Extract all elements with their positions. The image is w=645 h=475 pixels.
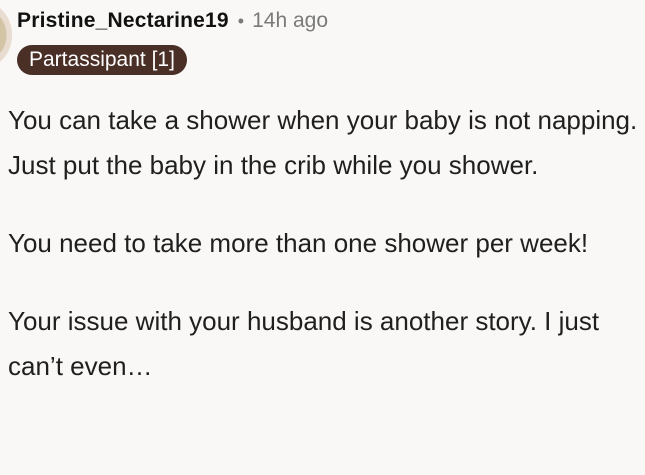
comment-paragraph-1: You can take a shower when your baby is … <box>8 105 638 180</box>
username-link[interactable]: Pristine_Nectarine19 <box>17 9 229 33</box>
comment-header: Pristine_Nectarine19 • 14h ago <box>17 7 328 35</box>
separator-dot: • <box>237 11 245 31</box>
timestamp[interactable]: 14h ago <box>252 9 328 33</box>
comment-body: You can take a shower when your baby is … <box>8 98 642 389</box>
comment-paragraph-3: Your issue with your husband is another … <box>8 306 600 381</box>
avatar[interactable] <box>0 0 12 70</box>
user-flair-badge: Partassipant [1] <box>17 45 187 75</box>
comment-paragraph-2: You need to take more than one shower pe… <box>8 228 589 258</box>
